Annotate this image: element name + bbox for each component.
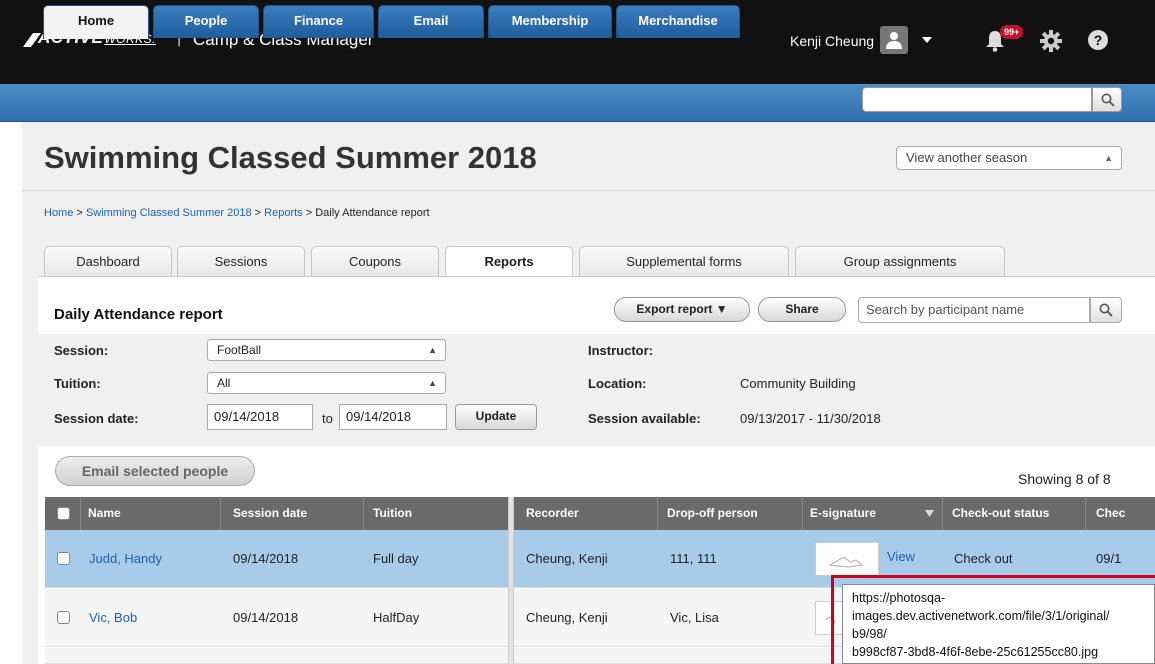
tuition-cell: Full day (373, 551, 419, 566)
column-header-recorder[interactable]: Recorder (526, 497, 579, 530)
date-to-label: to (322, 411, 333, 426)
signature-thumbnail[interactable] (815, 542, 879, 576)
nav-tab-finance[interactable]: Finance (263, 5, 374, 38)
breadcrumb-home[interactable]: Home (44, 207, 73, 219)
instructor-label: Instructor: (588, 343, 653, 358)
date-from-input[interactable]: 09/14/2018 (207, 404, 313, 430)
column-resize-handle[interactable] (508, 497, 514, 664)
column-header-check-out-status[interactable]: Check-out status (952, 497, 1049, 530)
nav-tab-people[interactable]: People (153, 5, 259, 38)
date-to-input[interactable]: 09/14/2018 (339, 404, 447, 430)
view-signature-link[interactable]: View (887, 549, 915, 564)
participant-search-input[interactable]: Search by participant name (858, 297, 1090, 323)
email-selected-button[interactable]: Email selected people (55, 456, 255, 486)
session-available-value: 09/13/2017 - 11/30/2018 (740, 411, 881, 426)
participant-name-link[interactable]: Vic, Bob (89, 610, 137, 625)
row-checkbox[interactable] (57, 552, 70, 565)
select-arrows-icon: ▲ (428, 378, 437, 388)
select-all-checkbox[interactable] (57, 507, 70, 520)
check-out-status-cell: Check out (954, 551, 1013, 566)
tab-coupons[interactable]: Coupons (311, 246, 439, 276)
user-menu-chevron-down-icon[interactable] (922, 37, 932, 43)
update-button[interactable]: Update (455, 404, 537, 430)
session-date-cell: 09/14/2018 (233, 610, 299, 625)
select-arrows-icon: ▲ (428, 345, 437, 355)
session-select[interactable]: FootBall ▲ (207, 339, 446, 361)
share-button[interactable]: Share (758, 297, 846, 322)
tuition-cell: HalfDay (373, 610, 420, 625)
report-title: Daily Attendance report (54, 306, 223, 323)
global-search-button[interactable] (1092, 87, 1122, 112)
export-report-button[interactable]: Export report ▼ (614, 297, 750, 322)
column-header-session-date[interactable]: Session date (233, 497, 307, 530)
table-header: Name Session date Tuition Recorder Drop-… (45, 497, 1155, 530)
search-icon (1101, 93, 1115, 107)
session-label: Session: (54, 343, 109, 358)
tab-sessions[interactable]: Sessions (177, 246, 305, 276)
tab-supplemental-forms[interactable]: Supplemental forms (579, 246, 789, 276)
tab-reports[interactable]: Reports (445, 246, 573, 277)
participant-search-button[interactable] (1090, 297, 1122, 323)
column-header-e-signature[interactable]: E-signature (810, 497, 876, 530)
divider (22, 190, 1155, 191)
drop-off-cell: 111, 111 (670, 551, 717, 566)
breadcrumb-current: Daily Attendance report (315, 207, 430, 219)
season-select[interactable]: View another season ▲ (896, 146, 1122, 170)
nav-tab-home[interactable]: Home (43, 5, 149, 39)
signature-icon (828, 556, 864, 568)
column-header-check-out-time[interactable]: Chec (1096, 497, 1125, 530)
participant-name-link[interactable]: Judd, Handy (89, 551, 162, 566)
session-date-label: Session date: (54, 411, 139, 426)
global-search-input[interactable] (862, 87, 1092, 112)
gear-icon[interactable] (1040, 30, 1062, 52)
page-title: Swimming Classed Summer 2018 (44, 140, 537, 175)
user-icon (886, 32, 902, 49)
help-icon[interactable]: ? (1088, 30, 1108, 50)
tuition-select[interactable]: All ▲ (207, 372, 446, 394)
avatar[interactable] (880, 26, 908, 54)
drop-off-cell: Vic, Lisa (670, 610, 719, 625)
tuition-label: Tuition: (54, 376, 101, 391)
breadcrumb-reports[interactable]: Reports (264, 207, 303, 219)
showing-count: Showing 8 of 8 (1018, 471, 1111, 487)
check-out-time-cell: 09/1 (1096, 551, 1122, 566)
column-header-tuition[interactable]: Tuition (373, 497, 412, 530)
tab-dashboard[interactable]: Dashboard (44, 246, 172, 276)
row-checkbox[interactable] (57, 611, 70, 624)
signature-url-tooltip: https://photosqa- images.dev.activenetwo… (842, 584, 1155, 664)
nav-tab-merchandise[interactable]: Merchandise (616, 5, 740, 38)
location-label: Location: (588, 376, 647, 391)
column-header-name[interactable]: Name (88, 497, 121, 530)
nav-tab-membership[interactable]: Membership (488, 5, 612, 38)
user-name[interactable]: Kenji Cheung (790, 33, 874, 49)
session-date-cell: 09/14/2018 (233, 551, 299, 566)
recorder-cell: Cheung, Kenji (526, 610, 608, 625)
notification-badge[interactable]: 99+ (1000, 25, 1024, 39)
session-available-label: Session available: (588, 411, 701, 426)
location-value: Community Building (740, 376, 856, 391)
search-icon (1099, 303, 1113, 317)
tab-group-assignments[interactable]: Group assignments (795, 246, 1005, 276)
recorder-cell: Cheung, Kenji (526, 551, 608, 566)
nav-tab-email[interactable]: Email (378, 5, 484, 38)
select-arrows-icon: ▲ (1104, 153, 1113, 163)
sort-down-icon[interactable] (925, 510, 934, 517)
breadcrumb: Home > Swimming Classed Summer 2018 > Re… (44, 207, 430, 219)
column-header-drop-off-person[interactable]: Drop-off person (667, 497, 758, 530)
breadcrumb-season[interactable]: Swimming Classed Summer 2018 (86, 207, 252, 219)
